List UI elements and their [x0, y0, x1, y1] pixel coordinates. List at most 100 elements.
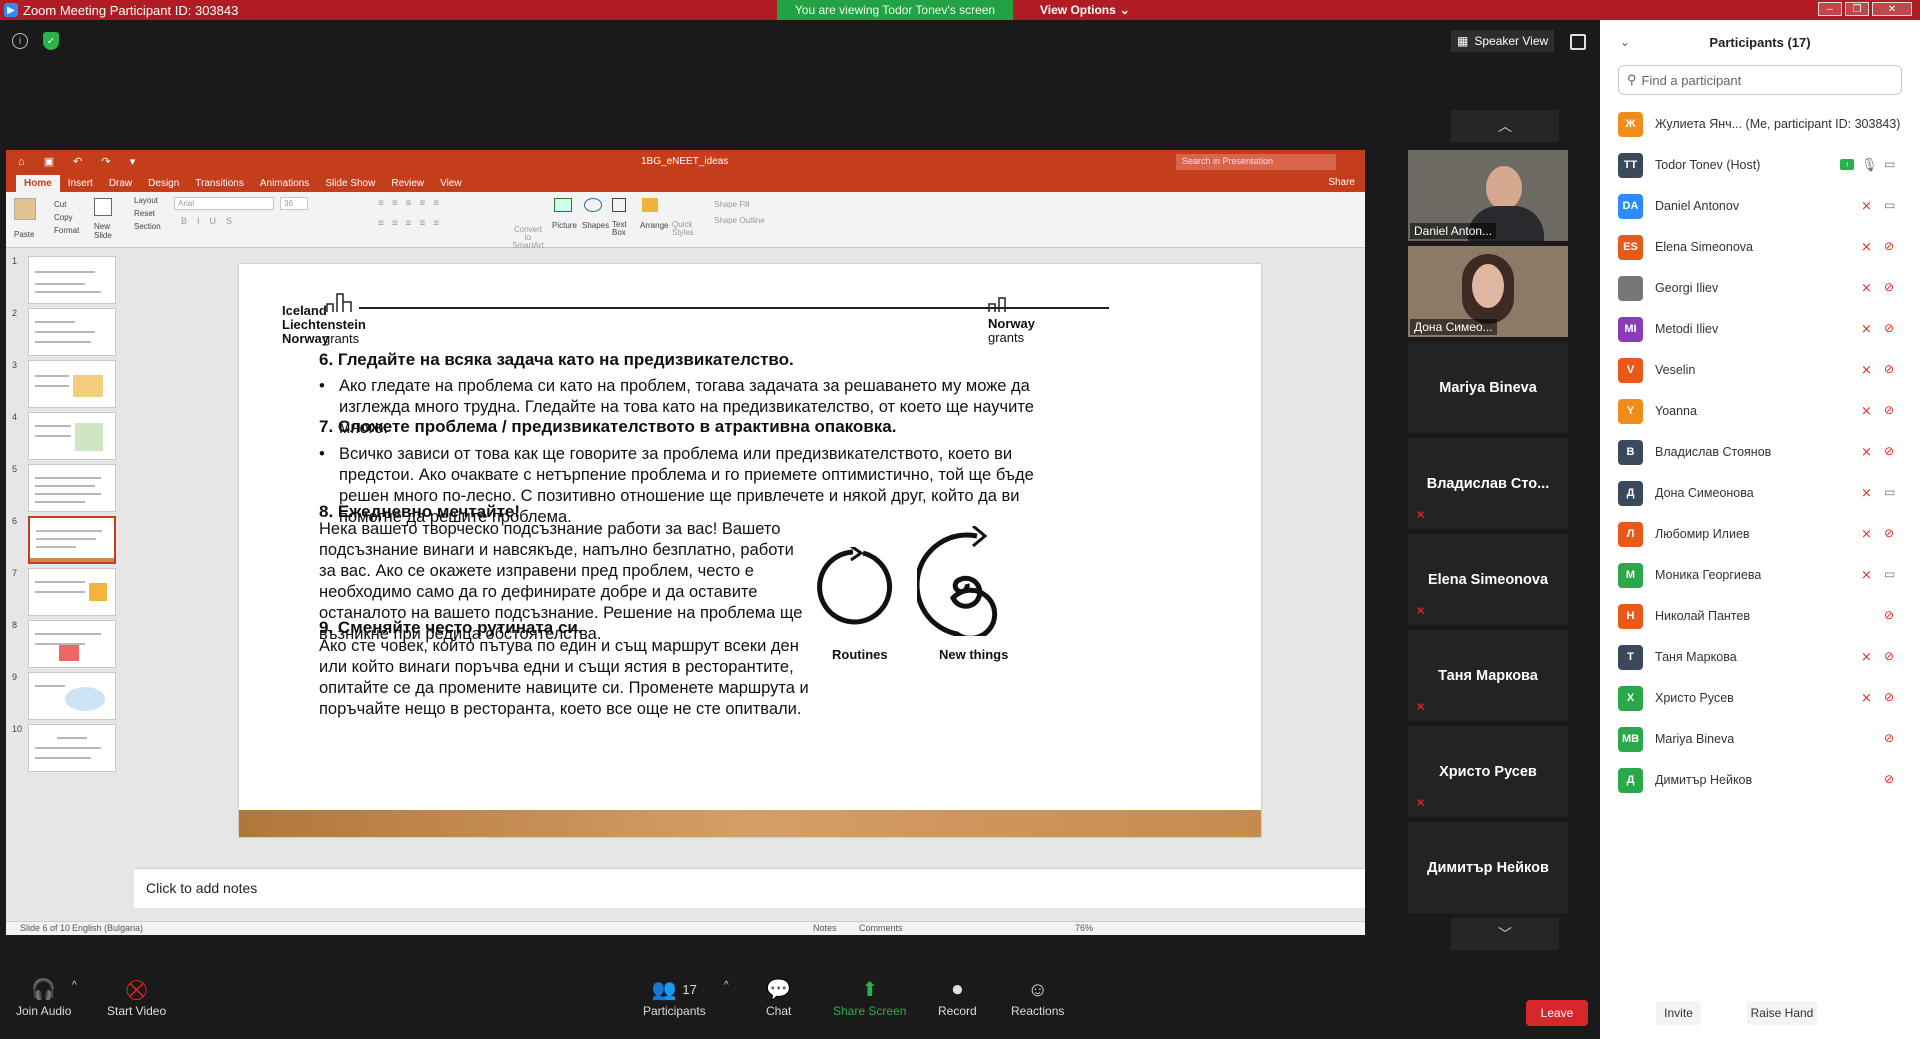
participant-row[interactable]: TT Todor Tonev (Host) ↑ 🎙 ▭ [1618, 149, 1918, 181]
ribbon-format: Format [54, 226, 80, 235]
fullscreen-icon[interactable] [1570, 34, 1586, 50]
leave-button[interactable]: Leave [1526, 1000, 1588, 1026]
invite-button[interactable]: Invite [1656, 1001, 1701, 1025]
participants-icon: 👥 17 [651, 979, 697, 1001]
participant-row[interactable]: Д Дона Симеонова ⨯ ▭ [1618, 477, 1918, 509]
new-slide-icon [94, 198, 112, 216]
slide-thumbnail[interactable] [28, 308, 116, 356]
security-shield-icon[interactable]: ✓ [43, 32, 59, 50]
status-comments: Comments [859, 923, 903, 933]
slide-thumbnail[interactable] [28, 672, 116, 720]
participants-chevron[interactable]: ^ [724, 980, 729, 991]
participant-name: Таня Маркова [1655, 650, 1737, 664]
participant-row[interactable]: MB Mariya Bineva ⊘ [1618, 723, 1918, 755]
speaker-view-label: Speaker View [1474, 34, 1549, 48]
meeting-stage: i ✓ ▦ Speaker View ⌂ ▣ ↶ ↷ ▾ 1BG_eNEET_id… [0, 20, 1600, 970]
slide-thumbnail[interactable] [28, 464, 116, 512]
ribbon-picture: Picture [552, 221, 577, 230]
participant-row[interactable]: V Veselin ⨯ ⊘ [1618, 354, 1918, 386]
ribbon-paste: Paste [14, 230, 35, 239]
slide-footer-band [239, 810, 1261, 837]
name-tile-mariya-bineva[interactable]: Mariya Bineva [1408, 342, 1568, 433]
scroll-up-button[interactable]: ︿ [1451, 110, 1559, 142]
record-button[interactable]: ⏺ Record [938, 976, 977, 1018]
share-screen-button[interactable]: ⬆ Share Screen [833, 976, 906, 1018]
reactions-button[interactable]: ☺ Reactions [1011, 976, 1064, 1018]
participant-row[interactable]: Д Димитър Нейков ⊘ [1618, 764, 1918, 796]
name-tile-hristo[interactable]: Христо Русев ⨯ [1408, 726, 1568, 817]
paragraph-9: Ако сте човек, който пътува по един и съ… [319, 637, 809, 718]
slide-thumbnail[interactable] [28, 568, 116, 616]
participant-name: Elena Simeonova [1655, 240, 1753, 254]
participant-row[interactable]: М Моника Георгиева ⨯ ▭ [1618, 559, 1918, 591]
slide-thumbnail[interactable] [28, 724, 116, 772]
grid-icon: ▦ [1457, 34, 1469, 48]
scroll-down-button[interactable]: ﹀ [1451, 918, 1559, 950]
mic-muted-icon: ⨯ [1861, 198, 1872, 213]
view-options-button[interactable]: View Options ⌄ [1040, 0, 1130, 20]
participant-name: Любомир Илиев [1655, 527, 1750, 541]
ribbon-convert: Convert to SmartArt [512, 225, 544, 250]
avatar: В [1618, 439, 1643, 465]
ribbon-shape-outline: Shape Outline [714, 216, 765, 225]
notes-area[interactable]: Click to add notes [134, 868, 1365, 908]
ppt-ribbon-tabs: Home Insert Draw Design Transitions Anim… [6, 174, 1365, 192]
participant-row[interactable]: MI Metodi Iliev ⨯ ⊘ [1618, 313, 1918, 345]
audio-options-chevron[interactable]: ^ [72, 980, 77, 991]
participant-row[interactable]: Н Николай Пантев ⊘ [1618, 600, 1918, 632]
join-audio-button[interactable]: 🎧 Join Audio [16, 976, 71, 1018]
name-tile-dimitar[interactable]: Димитър Нейков [1408, 822, 1568, 913]
chat-button[interactable]: 💬 Chat [766, 976, 791, 1018]
info-icon[interactable]: i [12, 33, 28, 49]
search-icon: ⚲ [1627, 72, 1637, 87]
camera-off-icon: ⊘ [1884, 362, 1895, 376]
speaker-view-button[interactable]: ▦ Speaker View [1451, 30, 1555, 52]
notes-placeholder: Click to add notes [146, 880, 258, 896]
slide-thumbnail[interactable] [28, 256, 116, 304]
participant-row[interactable]: Georgi Iliev ⨯ ⊘ [1618, 272, 1918, 304]
ppt-tab-review: Review [391, 178, 425, 189]
camera-off-icon: ⊘ [1884, 444, 1895, 458]
slide-thumbnail[interactable] [28, 620, 116, 668]
maximize-button[interactable]: ❐ [1845, 2, 1869, 16]
ppt-editor: 1 2 3 4 5 6 7 8 9 10 Iceland Liechtenste… [6, 248, 1365, 921]
slide-canvas[interactable]: Iceland Liechtenstein Norway grants Norw… [239, 264, 1261, 837]
participant-row[interactable]: В Владислав Стоянов ⨯ ⊘ [1618, 436, 1918, 468]
camera-off-icon: ⊘ [1884, 731, 1895, 745]
window-title: Zoom Meeting Participant ID: 303843 [23, 2, 239, 18]
name-tile-tanya[interactable]: Таня Маркова ⨯ [1408, 630, 1568, 721]
participants-button[interactable]: 👥 17 Participants [643, 976, 706, 1018]
video-tile-1[interactable]: Daniel Anton... [1408, 150, 1568, 241]
mic-muted-icon: ⨯ [1861, 321, 1872, 336]
avatar: Д [1618, 767, 1643, 793]
participant-row[interactable]: Y Yoanna ⨯ ⊘ [1618, 395, 1918, 427]
video-tile-2[interactable]: Дона Симео... [1408, 246, 1568, 337]
norway-grants-logo-icon [988, 297, 1006, 312]
participant-row[interactable]: DA Daniel Antonov ⨯ ▭ [1618, 190, 1918, 222]
ppt-tab-animations: Animations [259, 178, 310, 189]
start-video-button[interactable]: ⛒ Start Video [107, 976, 166, 1018]
slide-thumbnail-selected[interactable] [28, 516, 116, 564]
participant-name: Моника Георгиева [1655, 568, 1762, 582]
participant-row[interactable]: Л Любомир Илиев ⨯ ⊘ [1618, 518, 1918, 550]
participant-row[interactable]: Х Христо Русев ⨯ ⊘ [1618, 682, 1918, 714]
participants-panel: ⌄ Participants (17) ⚲ Find a participant … [1600, 20, 1920, 1039]
slide-thumbnail[interactable] [28, 360, 116, 408]
paste-icon [14, 198, 36, 220]
muted-mic-icon: ⨯ [1416, 701, 1426, 713]
thumb-number: 2 [12, 308, 18, 318]
participant-name: Владислав Стоянов [1655, 445, 1772, 459]
participant-row[interactable]: Ж Жулиета Янч... (Me, participant ID: 303… [1618, 108, 1918, 140]
participant-name: Жулиета Янч... (Me, participant ID: 3038… [1655, 117, 1901, 131]
ribbon-copy: Copy [54, 213, 73, 222]
name-tile-elena[interactable]: Elena Simeonova ⨯ [1408, 534, 1568, 625]
minimize-button[interactable]: – [1818, 2, 1842, 16]
participant-row[interactable]: Т Таня Маркова ⨯ ⊘ [1618, 641, 1918, 673]
participant-search-input[interactable]: ⚲ Find a participant [1618, 65, 1902, 95]
raise-hand-button[interactable]: Raise Hand [1747, 1001, 1817, 1025]
name-tile-vladislav[interactable]: Владислав Сто... ⨯ [1408, 438, 1568, 529]
ppt-search-input: Search in Presentation [1176, 154, 1336, 170]
close-button[interactable]: ✕ [1872, 2, 1912, 16]
slide-thumbnail[interactable] [28, 412, 116, 460]
participant-row[interactable]: ES Elena Simeonova ⨯ ⊘ [1618, 231, 1918, 263]
